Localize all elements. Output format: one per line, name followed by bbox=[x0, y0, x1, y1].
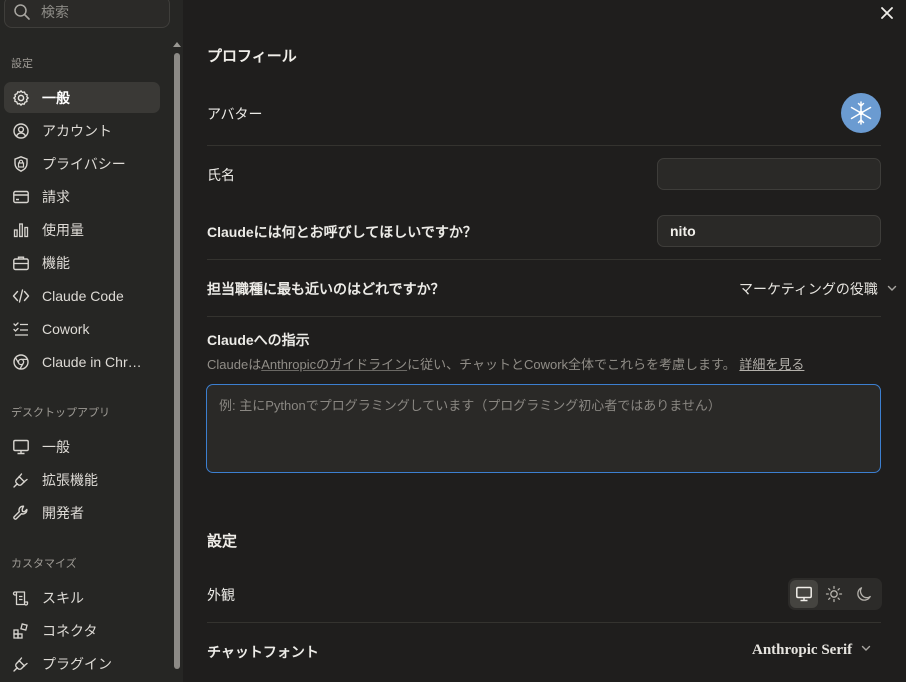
guidelines-link[interactable]: Anthropicのガイドライン bbox=[261, 357, 407, 372]
code-icon bbox=[12, 287, 30, 305]
instructions-label: Claudeへの指示 bbox=[207, 332, 310, 348]
user-circle-icon bbox=[12, 122, 30, 140]
appearance-toggle bbox=[788, 578, 882, 610]
sidebar-item-developer[interactable]: 開発者 bbox=[4, 497, 160, 528]
main-panel: プロフィール アバター 氏名 Claudeには何とお呼びしてほしいですか？ 担当… bbox=[183, 0, 906, 682]
wrench-icon bbox=[12, 504, 30, 522]
scroll-up-arrow[interactable] bbox=[173, 42, 181, 47]
role-label: 担当職種に最も近いのはどれですか？ bbox=[207, 281, 445, 297]
divider bbox=[207, 145, 881, 146]
avatar[interactable] bbox=[841, 93, 881, 133]
close-button[interactable] bbox=[878, 4, 896, 22]
sidebar-item-label: 使用量 bbox=[42, 221, 84, 238]
sidebar-item-privacy[interactable]: プライバシー bbox=[4, 148, 160, 179]
sidebar: 設定 一般 アカウント プライバシー 請求 使用量 機能 bbox=[0, 0, 183, 682]
monitor-icon bbox=[12, 438, 30, 456]
sidebar-item-billing[interactable]: 請求 bbox=[4, 181, 160, 212]
sidebar-item-claude-code[interactable]: Claude Code bbox=[4, 280, 160, 311]
appearance-label: 外観 bbox=[207, 587, 235, 603]
checklist-icon bbox=[12, 320, 30, 338]
theme-system-button[interactable] bbox=[790, 580, 818, 608]
sidebar-item-features[interactable]: 機能 bbox=[4, 247, 160, 278]
call-name-input[interactable] bbox=[657, 215, 881, 247]
sidebar-item-account[interactable]: アカウント bbox=[4, 115, 160, 146]
close-icon bbox=[881, 7, 893, 19]
instructions-description: ClaudeはAnthropicのガイドラインに従い、チャットとCowork全体… bbox=[207, 354, 804, 373]
sidebar-item-label: 請求 bbox=[42, 188, 70, 205]
scroll-icon bbox=[12, 589, 30, 607]
section-label-customize: カスタマイズ bbox=[11, 558, 77, 570]
plug-icon bbox=[12, 471, 30, 489]
name-input[interactable] bbox=[657, 158, 881, 190]
gear-icon bbox=[12, 89, 30, 107]
theme-dark-button[interactable] bbox=[850, 580, 878, 608]
sidebar-item-label: Claude Code bbox=[42, 287, 124, 304]
sidebar-item-label: 開発者 bbox=[42, 504, 84, 521]
sidebar-item-plugins[interactable]: プラグイン bbox=[4, 648, 160, 679]
settings-heading: 設定 bbox=[207, 533, 238, 550]
sidebar-item-cowork[interactable]: Cowork bbox=[4, 313, 160, 344]
sun-icon bbox=[825, 585, 843, 603]
avatar-label: アバター bbox=[207, 106, 263, 122]
chat-font-value: Anthropic Serif bbox=[752, 642, 853, 658]
search-input[interactable] bbox=[41, 4, 151, 20]
role-value: マーケティングの役職 bbox=[739, 281, 878, 297]
sidebar-item-label: 機能 bbox=[42, 254, 70, 271]
bar-chart-icon bbox=[12, 221, 30, 239]
plug-icon bbox=[12, 655, 30, 673]
instructions-textarea[interactable] bbox=[206, 384, 881, 473]
chat-font-dropdown[interactable]: Anthropic Serif bbox=[752, 642, 872, 659]
monitor-icon bbox=[796, 586, 812, 602]
learn-more-link[interactable]: 詳細を見る bbox=[739, 357, 804, 372]
sidebar-item-label: プラグイン bbox=[42, 655, 112, 672]
chat-font-label: チャットフォント bbox=[207, 644, 319, 660]
sidebar-item-connectors[interactable]: コネクタ bbox=[4, 615, 160, 646]
theme-light-button[interactable] bbox=[820, 580, 848, 608]
search-icon bbox=[13, 3, 31, 21]
sidebar-item-skills[interactable]: スキル bbox=[4, 582, 160, 613]
sidebar-item-label: スキル bbox=[42, 589, 84, 606]
sidebar-item-label: プライバシー bbox=[42, 155, 126, 172]
sidebar-item-extensions[interactable]: 拡張機能 bbox=[4, 464, 160, 495]
sidebar-item-label: Cowork bbox=[42, 320, 90, 337]
call-name-label: Claudeには何とお呼びしてほしいですか？ bbox=[207, 224, 477, 240]
role-dropdown[interactable]: マーケティングの役職 bbox=[739, 279, 898, 299]
section-label-settings: 設定 bbox=[11, 58, 33, 70]
sidebar-item-label: 拡張機能 bbox=[42, 471, 98, 488]
sidebar-item-general[interactable]: 一般 bbox=[4, 82, 160, 113]
connector-icon bbox=[12, 622, 30, 640]
sidebar-scrollbar[interactable] bbox=[174, 53, 180, 669]
section-label-desktop: デスクトップアプリ bbox=[11, 407, 110, 419]
divider bbox=[207, 622, 881, 623]
moon-icon bbox=[857, 587, 871, 601]
search-box[interactable] bbox=[4, 0, 170, 28]
sidebar-item-label: Claude in Chr… bbox=[42, 353, 142, 370]
chevron-down-icon bbox=[860, 642, 872, 659]
profile-heading: プロフィール bbox=[207, 48, 297, 65]
sidebar-item-claude-in-chrome[interactable]: Claude in Chr… bbox=[4, 346, 160, 377]
sidebar-item-desktop-general[interactable]: 一般 bbox=[4, 431, 160, 462]
divider bbox=[207, 259, 881, 260]
shield-lock-icon bbox=[12, 155, 30, 173]
sidebar-item-usage[interactable]: 使用量 bbox=[4, 214, 160, 245]
desc-text: に従い、チャットとCowork全体でこれらを考慮します。 bbox=[407, 357, 736, 372]
sidebar-item-label: 一般 bbox=[42, 89, 70, 106]
credit-card-icon bbox=[12, 188, 30, 206]
chevron-down-icon bbox=[886, 281, 898, 297]
divider bbox=[207, 316, 881, 317]
sidebar-item-label: 一般 bbox=[42, 438, 70, 455]
briefcase-icon bbox=[12, 254, 30, 272]
chrome-icon bbox=[12, 353, 30, 371]
sidebar-item-label: アカウント bbox=[42, 122, 112, 139]
name-label: 氏名 bbox=[207, 167, 235, 183]
sidebar-item-label: コネクタ bbox=[42, 622, 98, 639]
desc-text: Claudeは bbox=[207, 357, 262, 372]
snowflake-avatar-icon bbox=[850, 101, 872, 125]
